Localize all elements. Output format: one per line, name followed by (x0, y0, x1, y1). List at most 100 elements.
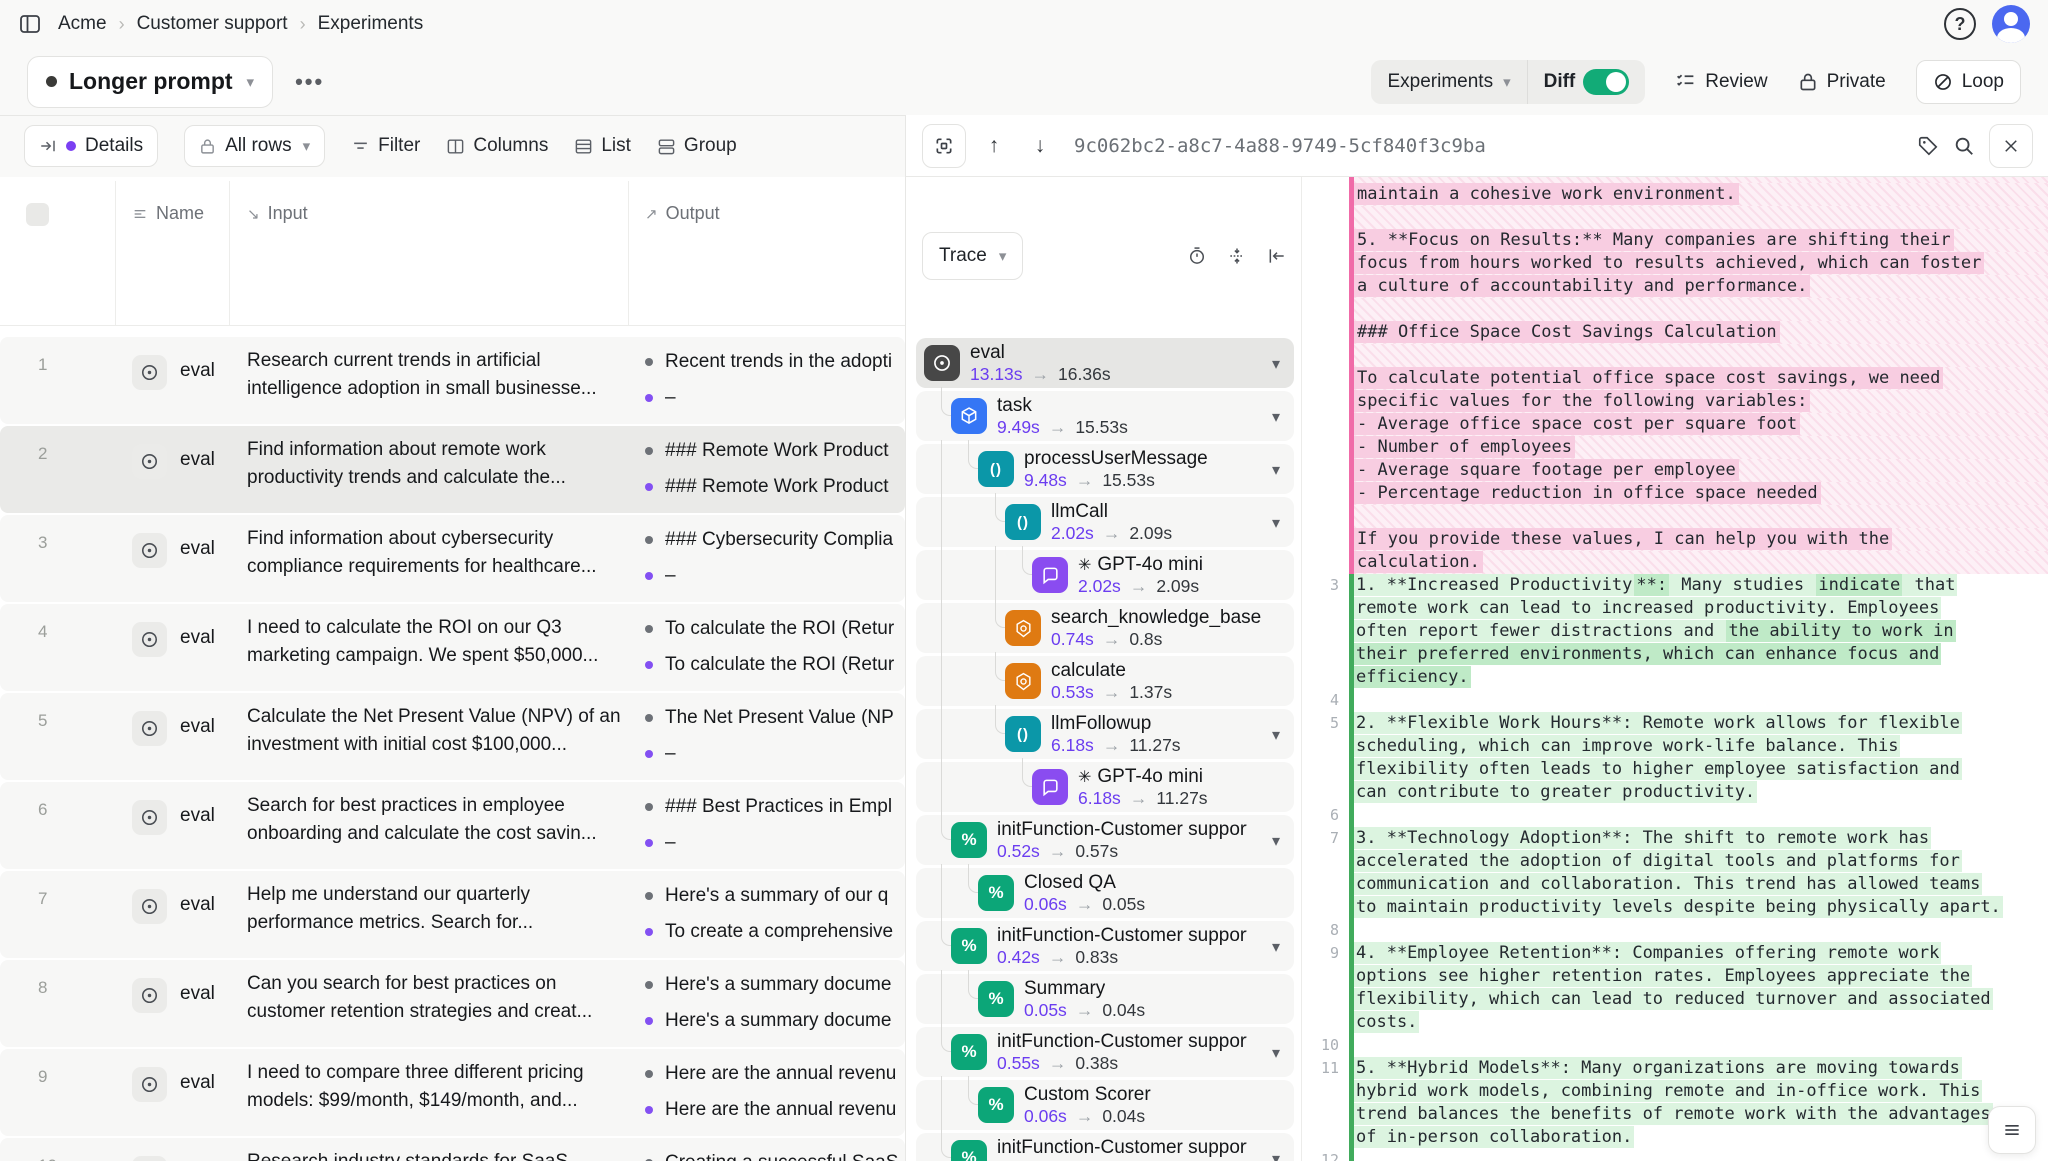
breadcrumb-section[interactable]: Experiments (318, 13, 424, 35)
review-button[interactable]: Review (1675, 71, 1767, 93)
sidebar-toggle-icon[interactable] (18, 12, 42, 36)
close-panel-button[interactable] (1989, 124, 2033, 168)
collapse-left-icon[interactable] (1267, 246, 1287, 266)
trace-span-initfunction-customer-support-c-[interactable]: %initFunction-Customer support-C...3.64s… (916, 1133, 1294, 1161)
list-button[interactable]: List (574, 135, 631, 157)
view-selector[interactable]: Experiments ▾ (1371, 71, 1526, 93)
table-row[interactable]: 1evalResearch current trends in artifici… (0, 337, 905, 424)
diff-added-line: 94. **Employee Retention**: Companies of… (1302, 942, 2048, 965)
trace-span-calculate[interactable]: calculate0.53s→1.37s (916, 656, 1294, 706)
diff-removed-line: a culture of accountability and performa… (1302, 275, 2048, 298)
trace-span-search-knowledge-base[interactable]: search_knowledge_base0.74s→0.8s (916, 603, 1294, 653)
trace-span-initfunction-customer-support-c-[interactable]: %initFunction-Customer support-C...0.52s… (916, 815, 1294, 865)
diff-gutter (1302, 413, 1349, 436)
next-row-button[interactable]: ↓ (1022, 128, 1058, 164)
chevron-down-icon[interactable]: ▾ (1272, 725, 1280, 745)
table-row[interactable]: 10evalResearch industry standards for Sa… (0, 1138, 905, 1161)
timer-icon[interactable] (1187, 246, 1207, 266)
previous-row-button[interactable]: ↑ (976, 128, 1012, 164)
rows-filter-button[interactable]: All rows ▾ (184, 125, 325, 167)
trace-span-processusermessage[interactable]: ()processUserMessage9.48s→15.53s▾ (916, 444, 1294, 494)
help-icon[interactable]: ? (1944, 8, 1976, 40)
private-label: Private (1827, 71, 1886, 93)
diff-removed-line: maintain a cohesive work environment. (1302, 183, 2048, 206)
arrow-right-icon: → (1103, 682, 1121, 703)
breadcrumb-workspace[interactable]: Acme (58, 13, 107, 35)
loop-label: Loop (1962, 71, 2004, 93)
chevron-down-icon[interactable]: ▾ (1272, 460, 1280, 480)
span-durations: 0.74s→0.8s (1051, 629, 1162, 650)
loop-button[interactable]: Loop (1916, 60, 2021, 104)
trace-span-initfunction-customer-support-c-[interactable]: %initFunction-Customer support-C...0.55s… (916, 1027, 1294, 1077)
trace-span-llmcall[interactable]: ()llmCall2.02s→2.09s▾ (916, 497, 1294, 547)
chat-icon (1032, 769, 1068, 805)
trace-span-eval[interactable]: eval13.13s→16.36s▾ (916, 338, 1294, 388)
experiment-selector[interactable]: Longer prompt ▾ (27, 56, 273, 108)
trace-span-gpt-4o-mini[interactable]: ✳GPT-4o mini2.02s→2.09s (916, 550, 1294, 600)
chevron-down-icon[interactable]: ▾ (1272, 937, 1280, 957)
more-menu-icon[interactable]: ••• (295, 69, 324, 95)
table-row[interactable]: 7evalHelp me understand our quarterly pe… (0, 871, 905, 958)
column-header-input-label: Input (268, 203, 308, 224)
chevron-down-icon[interactable]: ▾ (1272, 1149, 1280, 1161)
table-row[interactable]: 5evalCalculate the Net Present Value (NP… (0, 693, 905, 780)
diff-removed-line (1302, 206, 2048, 229)
table-row[interactable]: 3evalFind information about cybersecurit… (0, 515, 905, 602)
arrow-right-icon: → (1049, 417, 1067, 438)
table-row[interactable]: 2evalFind information about remote work … (0, 426, 905, 513)
span-durations: 2.02s→2.09s (1078, 576, 1199, 597)
group-label: Group (684, 135, 737, 157)
chevron-down-icon[interactable]: ▾ (1272, 513, 1280, 533)
table-row[interactable]: 9evalI need to compare three different p… (0, 1049, 905, 1136)
diff-removed-line (1302, 298, 2048, 321)
diff-toggle-group: Diff (1528, 69, 1646, 95)
expand-trace-button[interactable] (922, 124, 966, 168)
duration-left: 0.52s (997, 841, 1040, 862)
filter-button[interactable]: Filter (351, 135, 420, 157)
trace-span-closed-qa[interactable]: %Closed QA0.06s→0.05s (916, 868, 1294, 918)
chevron-down-icon[interactable]: ▾ (1272, 407, 1280, 427)
details-button[interactable]: Details (24, 125, 158, 167)
columns-button[interactable]: Columns (446, 135, 548, 157)
trace-span-llmfollowup[interactable]: ()llmFollowup6.18s→11.27s▾ (916, 709, 1294, 759)
diff-removed-line (1302, 344, 2048, 367)
trace-tree-column: Trace ▾ (906, 177, 1301, 1161)
output-expected: ### Cybersecurity Complia (645, 529, 905, 551)
expected-dot-icon (645, 803, 653, 811)
tree-connector-line (941, 970, 942, 1028)
private-button[interactable]: Private (1798, 71, 1886, 93)
chevron-down-icon[interactable]: ▾ (1272, 354, 1280, 374)
search-icon[interactable] (1953, 135, 1975, 157)
diff-added-line: 52. **Flexible Work Hours**: Remote work… (1302, 712, 2048, 735)
diff-line-number: 9 (1302, 942, 1349, 965)
output-actual: To create a comprehensive (645, 921, 905, 943)
column-header-input[interactable]: ↘ Input (247, 203, 308, 224)
table-row[interactable]: 6evalSearch for best practices in employ… (0, 782, 905, 869)
chevron-down-icon[interactable]: ▾ (1272, 1043, 1280, 1063)
tag-icon[interactable] (1917, 135, 1939, 157)
table-row[interactable]: 4evalI need to calculate the ROI on our … (0, 604, 905, 691)
select-all-checkbox[interactable] (26, 203, 49, 226)
span-label: initFunction-Customer support-C... (997, 1031, 1247, 1053)
collapse-vertical-icon[interactable] (1227, 246, 1247, 266)
trace-view-selector[interactable]: Trace ▾ (922, 232, 1023, 280)
column-header-output[interactable]: ↗ Output (645, 203, 720, 224)
outline-button[interactable] (1988, 1106, 2036, 1154)
group-button[interactable]: Group (657, 135, 737, 157)
column-header-name[interactable]: Name (132, 203, 204, 224)
chevron-down-icon[interactable]: ▾ (1272, 831, 1280, 851)
trace-span-custom-scorer[interactable]: %Custom Scorer0.06s→0.04s (916, 1080, 1294, 1130)
table-row[interactable]: 8evalCan you search for best practices o… (0, 960, 905, 1047)
avatar[interactable] (1992, 5, 2030, 43)
diff-line-number: 5 (1302, 712, 1349, 735)
trace-span-gpt-4o-mini[interactable]: ✳GPT-4o mini6.18s→11.27s (916, 762, 1294, 812)
chevron-down-icon: ▾ (999, 247, 1007, 265)
diff-toggle[interactable] (1583, 69, 1629, 95)
trace-span-summary[interactable]: %Summary0.05s→0.04s (916, 974, 1294, 1024)
diff-line-number (1302, 988, 1349, 1011)
duration-right: 0.04s (1102, 1000, 1145, 1021)
trace-span-task[interactable]: task9.49s→15.53s▾ (916, 391, 1294, 441)
filter-label: Filter (378, 135, 420, 157)
breadcrumb-project[interactable]: Customer support (137, 13, 288, 35)
trace-span-initfunction-customer-support-c-[interactable]: %initFunction-Customer support-C...0.42s… (916, 921, 1294, 971)
